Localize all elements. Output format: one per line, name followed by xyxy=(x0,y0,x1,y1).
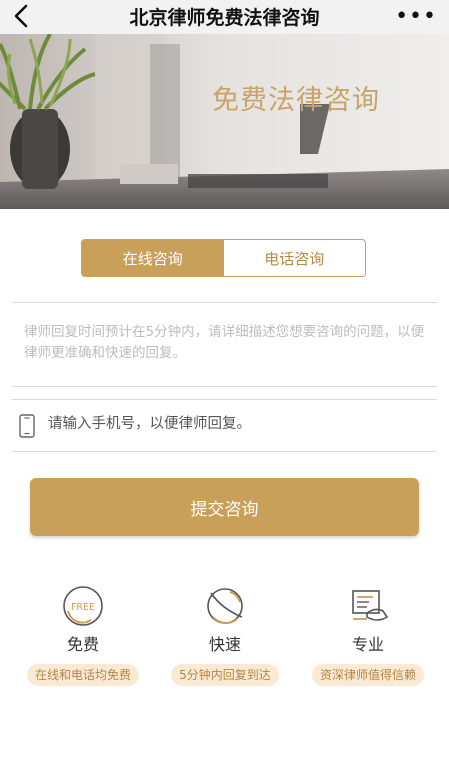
feature-badge: 资深律师值得信赖 xyxy=(311,664,424,686)
banner-title: 免费法律咨询 xyxy=(212,85,380,116)
divider xyxy=(12,399,437,400)
feature-badge: 在线和电话均免费 xyxy=(26,664,139,686)
page-title: 北京律师免费法律咨询 xyxy=(129,7,320,29)
more-menu-button[interactable]: ••• xyxy=(395,4,437,29)
feature-speed: 快速 5分钟内回复到达 xyxy=(163,583,287,686)
phone-number-input[interactable] xyxy=(48,410,428,438)
feature-professional: 专业 资深律师值得信赖 xyxy=(306,583,430,686)
free-icon: FREE xyxy=(63,586,103,626)
divider xyxy=(12,451,437,452)
question-textarea[interactable] xyxy=(24,322,428,378)
banner: 免费法律咨询 xyxy=(0,34,449,209)
divider xyxy=(12,386,437,387)
office-desk-illustration xyxy=(0,34,449,209)
submit-consult-button[interactable]: 提交咨询 xyxy=(30,478,419,536)
tab-online-consult[interactable]: 在线咨询 xyxy=(82,240,224,276)
feature-badge: 5分钟内回复到达 xyxy=(171,664,279,686)
tab-phone-consult[interactable]: 电话咨询 xyxy=(223,240,365,276)
feature-title: 免费 xyxy=(66,635,99,654)
consult-type-tabs: 在线咨询 电话咨询 xyxy=(81,239,366,277)
feature-title: 专业 xyxy=(351,635,384,654)
free-icon-label: FREE xyxy=(71,602,95,613)
professional-icon xyxy=(352,590,389,621)
nav-bar: 北京律师免费法律咨询 ••• xyxy=(0,0,449,34)
mobile-phone-icon xyxy=(19,414,35,438)
speed-icon xyxy=(207,588,243,624)
feature-title: 快速 xyxy=(208,635,241,654)
divider xyxy=(12,302,437,303)
feature-free: FREE 免费 在线和电话均免费 xyxy=(21,583,145,686)
